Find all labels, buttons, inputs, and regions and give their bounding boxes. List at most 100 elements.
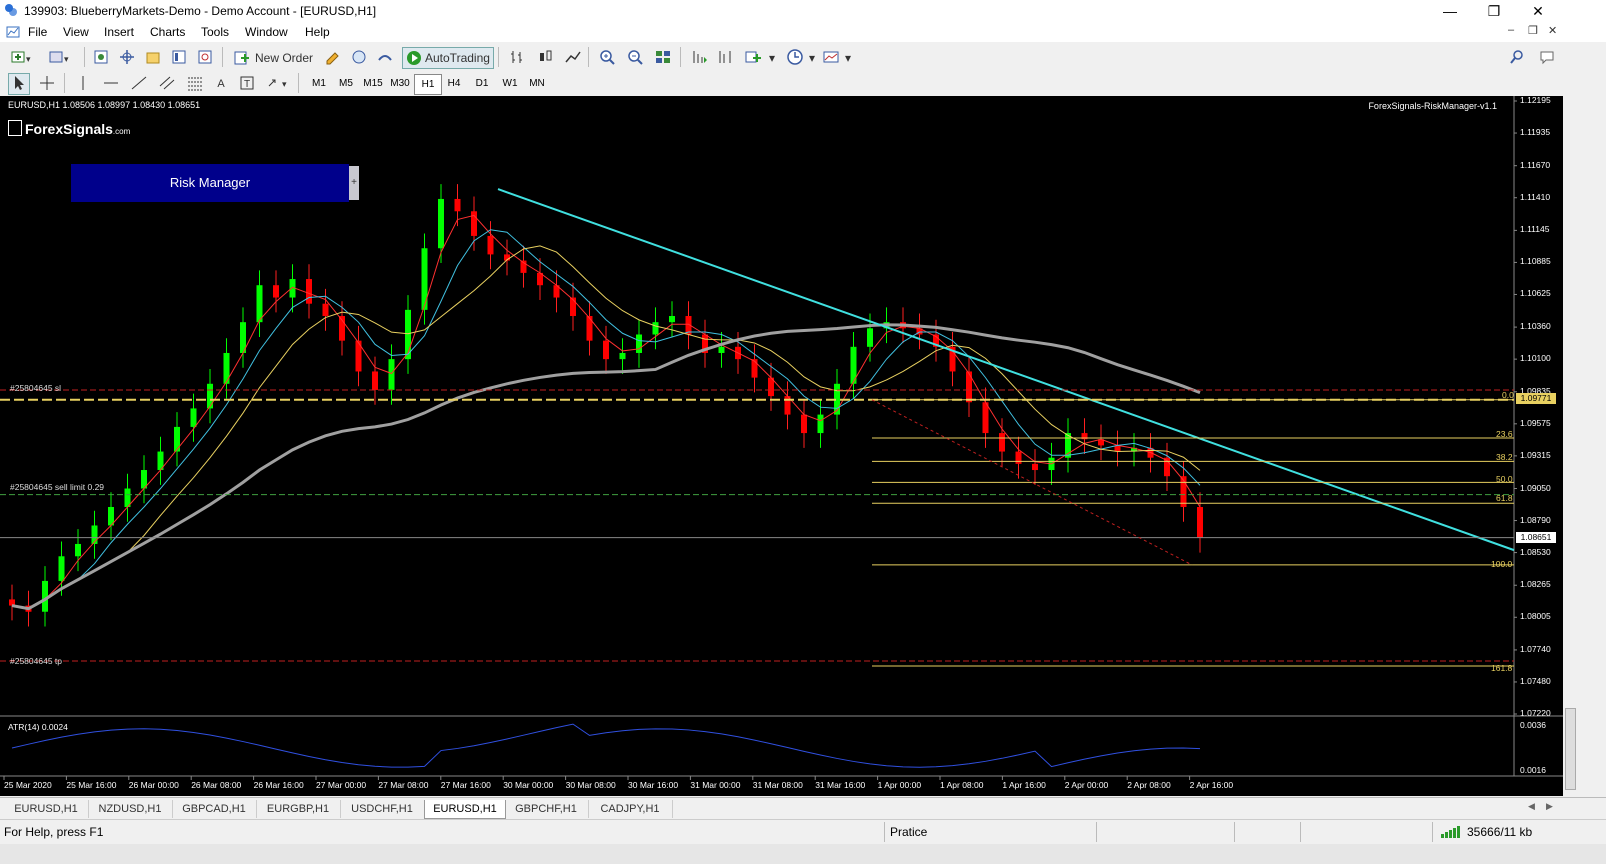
candle-body — [487, 235, 494, 255]
terminal-icon[interactable] — [168, 47, 190, 69]
chart-shift-icon[interactable] — [714, 47, 736, 69]
profiles-button[interactable]: ▾ — [44, 47, 80, 69]
indicators-dropdown-icon[interactable]: ▾ — [766, 47, 778, 69]
signals-icon[interactable] — [348, 47, 370, 69]
timeframe-mn[interactable]: MN — [524, 74, 550, 93]
price-axis-label: 1.11670 — [1520, 159, 1551, 170]
mdi-close-button[interactable]: ✕ — [1548, 24, 1557, 37]
strategy-tester-icon[interactable] — [194, 47, 216, 69]
restore-button[interactable]: ❐ — [1472, 0, 1516, 22]
tab-gbpcad-h1[interactable]: GBPCAD,H1 — [172, 800, 257, 818]
candle-body — [1015, 451, 1022, 464]
horizontal-line-icon[interactable] — [100, 73, 122, 95]
candle-body — [256, 285, 263, 323]
market-icon[interactable] — [374, 47, 396, 69]
time-axis-label: 2 Apr 08:00 — [1127, 780, 1171, 790]
vertical-line-icon[interactable] — [72, 73, 94, 95]
symbol-info: EURUSD,H1 1.08506 1.08997 1.08430 1.0865… — [8, 100, 201, 110]
timeframe-m1[interactable]: M1 — [306, 74, 332, 93]
timeframe-h1[interactable]: H1 — [414, 74, 442, 95]
candle-body — [867, 328, 873, 347]
tab-eurusd-h1-active[interactable]: EURUSD,H1 — [424, 800, 506, 819]
crosshair-icon[interactable] — [36, 73, 58, 95]
metaeditor-icon[interactable] — [322, 47, 344, 69]
templates-dropdown-icon[interactable]: ▾ — [842, 47, 854, 69]
fibonacci-icon[interactable] — [184, 73, 206, 95]
tab-gbpchf-h1[interactable]: GBPCHF,H1 — [504, 800, 589, 818]
time-axis-label: 30 Mar 00:00 — [503, 780, 554, 790]
candle-body — [669, 316, 675, 323]
close-button[interactable]: ✕ — [1516, 0, 1560, 22]
periods-dropdown-icon[interactable]: ▾ — [806, 47, 818, 69]
arrows-icon[interactable]: ▾ — [264, 73, 294, 95]
sell-limit-line-label: #25804645 sell limit 0.29 — [10, 482, 105, 492]
tab-eurgbp-h1[interactable]: EURGBP,H1 — [256, 800, 341, 818]
price-axis-label: 1.08005 — [1520, 611, 1551, 622]
tab-nzdusd-h1[interactable]: NZDUSD,H1 — [88, 800, 173, 818]
timeframe-m30[interactable]: M30 — [387, 74, 413, 93]
vertical-scrollbar[interactable] — [1565, 708, 1576, 790]
cursor-icon[interactable] — [8, 73, 30, 95]
new-chart-button[interactable]: ▾ — [6, 47, 42, 69]
risk-manager-panel[interactable]: Risk Manager — [71, 164, 349, 202]
price-axis-label: 1.11145 — [1520, 224, 1550, 235]
autotrading-button[interactable]: AutoTrading — [402, 47, 494, 69]
tab-scroll-right-icon[interactable]: ▶ — [1546, 801, 1553, 812]
menu-window[interactable]: Window — [245, 25, 288, 39]
zoom-in-icon[interactable] — [596, 47, 618, 69]
menu-charts[interactable]: Charts — [150, 25, 185, 39]
timeframe-m15[interactable]: M15 — [360, 74, 386, 93]
chart-window-icon[interactable] — [6, 25, 20, 39]
text-icon[interactable]: A — [210, 73, 232, 95]
candle-body — [1032, 463, 1038, 471]
channel-icon[interactable] — [156, 73, 178, 95]
menu-help[interactable]: Help — [305, 25, 330, 39]
mdi-minimize-button[interactable]: – — [1508, 24, 1514, 36]
search-icon[interactable] — [1506, 47, 1528, 69]
trendline-icon[interactable] — [128, 73, 150, 95]
chat-icon[interactable] — [1536, 47, 1558, 69]
new-order-button[interactable]: New Order — [230, 47, 318, 69]
zoom-out-icon[interactable] — [624, 47, 646, 69]
timeframe-w1[interactable]: W1 — [497, 74, 523, 93]
text-label-icon[interactable]: T — [236, 73, 258, 95]
line-chart-icon[interactable] — [562, 47, 584, 69]
candle-body — [190, 408, 197, 427]
price-axis-label: 1.07480 — [1520, 675, 1551, 686]
minimize-button[interactable]: — — [1428, 0, 1472, 22]
time-axis-label: 25 Mar 16:00 — [66, 780, 117, 790]
risk-manager-toggle[interactable]: + — [349, 166, 359, 200]
tile-windows-icon[interactable] — [652, 47, 674, 69]
auto-scroll-icon[interactable] — [688, 47, 710, 69]
title-bar: 139903: BlueberryMarkets-Demo - Demo Acc… — [0, 0, 1606, 23]
templates-icon[interactable] — [820, 47, 842, 69]
tab-cadjpy-h1[interactable]: CADJPY,H1 — [588, 800, 673, 818]
market-watch-icon[interactable] — [90, 47, 112, 69]
candle-body — [619, 352, 626, 360]
time-axis-label: 1 Apr 08:00 — [940, 780, 984, 790]
time-axis-label: 30 Mar 08:00 — [565, 780, 616, 790]
candlestick-chart-icon[interactable] — [534, 47, 556, 69]
navigator-icon[interactable] — [142, 47, 164, 69]
crosshair-move-icon[interactable] — [116, 47, 138, 69]
candle-body — [75, 543, 81, 557]
indicators-icon[interactable] — [742, 47, 764, 69]
candle-body — [273, 285, 279, 298]
tab-eurusd-h1[interactable]: EURUSD,H1 — [4, 800, 89, 818]
chart-tabs: EURUSD,H1 NZDUSD,H1 GBPCAD,H1 EURGBP,H1 … — [0, 797, 1606, 820]
timeframe-d1[interactable]: D1 — [469, 74, 495, 93]
mdi-restore-button[interactable]: ❐ — [1528, 24, 1538, 37]
tab-usdchf-h1[interactable]: USDCHF,H1 — [340, 800, 425, 818]
menu-file[interactable]: File — [28, 25, 47, 39]
chart-area[interactable]: EURUSD,H1 1.08506 1.08997 1.08430 1.0865… — [0, 95, 1563, 796]
menu-view[interactable]: View — [63, 25, 89, 39]
tab-scroll-left-icon[interactable]: ◀ — [1528, 801, 1535, 812]
timeframe-m5[interactable]: M5 — [333, 74, 359, 93]
periods-icon[interactable] — [784, 47, 806, 69]
menu-tools[interactable]: Tools — [201, 25, 229, 39]
timeframe-h4[interactable]: H4 — [441, 74, 467, 93]
bar-chart-icon[interactable] — [506, 47, 528, 69]
atr-label: ATR(14) 0.0024 — [8, 722, 68, 732]
status-bar: For Help, press F1 Pratice 35666/11 kb — [0, 819, 1606, 845]
menu-insert[interactable]: Insert — [104, 25, 134, 39]
